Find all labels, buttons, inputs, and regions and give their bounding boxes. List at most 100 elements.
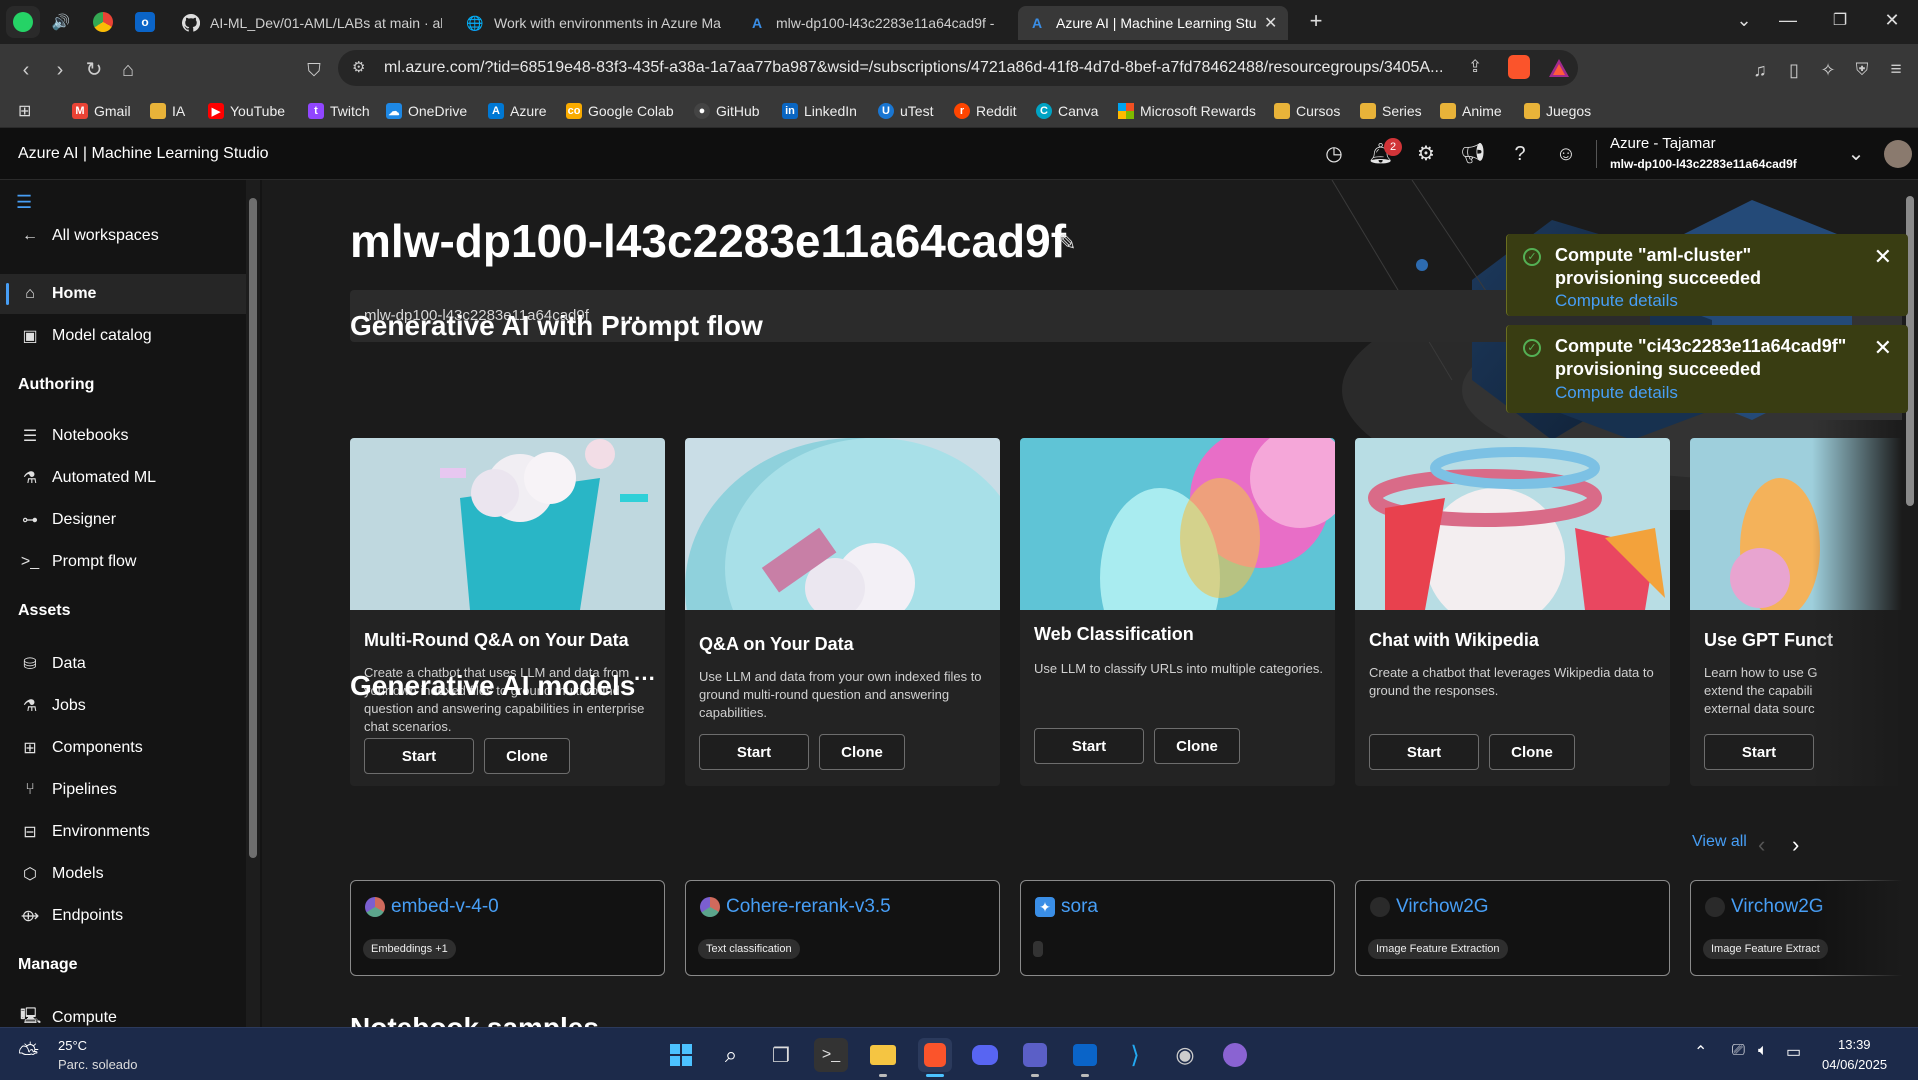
github-desktop-icon[interactable] bbox=[1218, 1038, 1252, 1072]
obs-icon[interactable]: ◉ bbox=[1168, 1038, 1202, 1072]
start-button[interactable]: Start bbox=[1034, 728, 1144, 764]
weather-sun-icon[interactable]: ⛅︎ bbox=[18, 1038, 39, 1070]
bookmark-colab[interactable]: co Google Colab bbox=[566, 101, 674, 121]
tab-docs[interactable]: 🌐 Work with environments in Azure Ma bbox=[456, 6, 734, 40]
brave-icon[interactable] bbox=[918, 1038, 952, 1072]
promptflow-card-qa-your-data[interactable]: Q&A on Your Data Use LLM and data from y… bbox=[685, 438, 1000, 786]
restore-button[interactable]: ❐ bbox=[1820, 10, 1860, 30]
more-options-icon[interactable]: ··· bbox=[634, 666, 656, 692]
bookmark-onedrive[interactable]: ☁ OneDrive bbox=[386, 101, 467, 121]
compute-details-link[interactable]: Compute details bbox=[1555, 383, 1678, 403]
terminal-icon[interactable]: >_ bbox=[814, 1038, 848, 1072]
teams-icon[interactable] bbox=[1018, 1038, 1052, 1072]
bookmark-reddit[interactable]: r Reddit bbox=[954, 101, 1016, 121]
model-card-cohere-rerank[interactable]: Cohere-rerank-v3.5 Text classification bbox=[685, 880, 1000, 976]
nav-item-prompt-flow[interactable]: >_ Prompt flow bbox=[0, 542, 246, 582]
weather-desc[interactable]: Parc. soleado bbox=[58, 1057, 138, 1072]
site-info-icon[interactable]: ⚙ bbox=[352, 58, 365, 76]
megaphone-icon[interactable]: 📢︎ bbox=[1460, 142, 1485, 166]
promptflow-card-web-classification[interactable]: Web Classification Use LLM to classify U… bbox=[1020, 438, 1335, 786]
clock-time[interactable]: 13:39 bbox=[1838, 1037, 1871, 1052]
bookmark-linkedin[interactable]: in LinkedIn bbox=[782, 101, 857, 121]
start-button[interactable]: Start bbox=[699, 734, 809, 770]
share-icon[interactable]: ⇪ bbox=[1468, 57, 1482, 77]
nav-item-notebooks[interactable]: ☰ Notebooks bbox=[0, 416, 246, 456]
search-icon[interactable]: ⌕ bbox=[714, 1038, 748, 1072]
bookmark-utest[interactable]: UuTest bbox=[878, 101, 933, 121]
nav-item-components[interactable]: ⊞ Components bbox=[0, 728, 246, 768]
account-workspace[interactable]: mlw-dp100-l43c2283e11a64cad9f bbox=[1610, 157, 1797, 171]
address-bar[interactable]: ⚙ ml.azure.com/?tid=68519e48-83f3-435f-a… bbox=[338, 50, 1578, 86]
tab-list-chevron-icon[interactable]: ⌄ bbox=[1724, 10, 1764, 31]
bookmark-gmail[interactable]: M Gmail bbox=[72, 101, 131, 121]
network-icon[interactable]: ⎚ bbox=[1732, 1042, 1745, 1060]
chevron-right-icon[interactable]: › bbox=[1792, 832, 1799, 858]
home-icon[interactable]: ⌂ bbox=[114, 56, 142, 84]
discord-icon[interactable] bbox=[968, 1038, 1002, 1072]
hamburger-icon[interactable]: ☰ bbox=[16, 192, 32, 213]
help-icon[interactable]: ? bbox=[1508, 142, 1532, 166]
outlook-icon[interactable] bbox=[1068, 1038, 1102, 1072]
close-icon[interactable]: ✕ bbox=[1874, 244, 1892, 270]
pinned-tab-chrome[interactable] bbox=[86, 6, 120, 38]
menu-icon[interactable]: ≡ bbox=[1882, 56, 1910, 84]
bookmark-rewards[interactable]: Microsoft Rewards bbox=[1118, 101, 1256, 121]
sidebar-scroll-thumb[interactable] bbox=[249, 198, 257, 858]
compute-details-link[interactable]: Compute details bbox=[1555, 291, 1678, 311]
clock-date[interactable]: 04/06/2025 bbox=[1822, 1057, 1887, 1072]
bookmark-azure[interactable]: A Azure bbox=[488, 101, 547, 121]
apps-grid-icon[interactable]: ⊞ bbox=[18, 101, 31, 121]
model-card-embed-v4[interactable]: embed-v-4-0 Embeddings +1 bbox=[350, 880, 665, 976]
account-directory[interactable]: Azure - Tajamar bbox=[1610, 135, 1716, 152]
pinned-tab-whatsapp[interactable] bbox=[6, 6, 40, 38]
gear-icon[interactable]: ⚙ bbox=[1414, 142, 1438, 166]
start-button[interactable]: Start bbox=[1369, 734, 1479, 770]
nav-item-automl[interactable]: ⚗ Automated ML bbox=[0, 458, 246, 498]
leo-ai-icon[interactable]: ✧ bbox=[1814, 56, 1842, 84]
feedback-smiley-icon[interactable]: ☺ bbox=[1554, 142, 1578, 166]
nav-item-jobs[interactable]: ⚗ Jobs bbox=[0, 686, 246, 726]
promptflow-card-multiround-qa[interactable]: Multi-Round Q&A on Your Data Create a ch… bbox=[350, 438, 665, 786]
all-workspaces-link[interactable]: ← All workspaces bbox=[0, 216, 246, 256]
model-card-sora[interactable]: ✦ sora bbox=[1020, 880, 1335, 976]
avatar[interactable] bbox=[1884, 140, 1912, 168]
back-arrow-icon[interactable]: ‹ bbox=[12, 56, 40, 84]
nav-item-model-catalog[interactable]: ▣ Model catalog bbox=[0, 316, 246, 356]
battery-icon[interactable]: ▭ bbox=[1786, 1042, 1801, 1062]
windows-start-icon[interactable] bbox=[664, 1038, 698, 1072]
nav-item-home[interactable]: ⌂ Home bbox=[0, 274, 246, 314]
file-explorer-icon[interactable] bbox=[866, 1038, 900, 1072]
bookmark-juegos[interactable]: Juegos bbox=[1524, 101, 1591, 121]
nav-item-data[interactable]: ⛁ Data bbox=[0, 644, 246, 684]
chevron-down-icon[interactable]: ⌄ bbox=[1844, 142, 1868, 166]
bookmark-icon[interactable]: ⛉ bbox=[300, 56, 328, 84]
pinned-tab-audio[interactable]: 🔊 bbox=[44, 6, 78, 38]
pinned-tab-outlook[interactable]: o bbox=[128, 6, 162, 38]
clone-button[interactable]: Clone bbox=[819, 734, 905, 770]
brave-shields-icon[interactable] bbox=[1508, 55, 1530, 79]
nav-item-models[interactable]: ⬡ Models bbox=[0, 854, 246, 894]
forward-arrow-icon[interactable]: › bbox=[46, 56, 74, 84]
more-options-icon[interactable]: ··· bbox=[620, 306, 642, 332]
nav-item-endpoints[interactable]: ⟴ Endpoints bbox=[0, 896, 246, 936]
vpn-icon[interactable]: ⛨ bbox=[1848, 56, 1876, 84]
bookmark-ia[interactable]: IA bbox=[150, 101, 185, 121]
minimize-button[interactable]: — bbox=[1768, 10, 1808, 31]
sidebar-toggle-icon[interactable]: ▯ bbox=[1780, 56, 1808, 84]
history-icon[interactable]: ◷ bbox=[1322, 142, 1346, 166]
close-icon[interactable]: ✕ bbox=[1874, 335, 1892, 361]
promptflow-card-chat-wikipedia[interactable]: Chat with Wikipedia Create a chatbot tha… bbox=[1355, 438, 1670, 786]
clone-button[interactable]: Clone bbox=[1154, 728, 1240, 764]
bookmark-canva[interactable]: C Canva bbox=[1036, 101, 1098, 121]
tray-chevron-up-icon[interactable]: ⌃ bbox=[1694, 1042, 1707, 1062]
bookmark-anime[interactable]: Anime bbox=[1440, 101, 1502, 121]
nav-item-pipelines[interactable]: ⑂ Pipelines bbox=[0, 770, 246, 810]
tab-github[interactable]: AI-ML_Dev/01-AML/LABs at main · al bbox=[172, 6, 452, 40]
reload-icon[interactable]: ↻ bbox=[80, 56, 108, 84]
view-all-link[interactable]: View all bbox=[1692, 833, 1747, 851]
bookmark-cursos[interactable]: Cursos bbox=[1274, 101, 1340, 121]
weather-temp[interactable]: 25°C bbox=[58, 1038, 87, 1053]
nav-item-environments[interactable]: ⊟ Environments bbox=[0, 812, 246, 852]
close-tab-icon[interactable]: ✕ bbox=[1264, 13, 1277, 33]
brave-rewards-icon[interactable] bbox=[1548, 58, 1570, 78]
